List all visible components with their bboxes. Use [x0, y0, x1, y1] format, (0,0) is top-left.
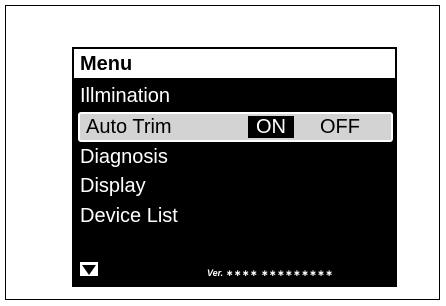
menu-item-label: Device List	[80, 205, 178, 227]
menu-screen: Menu Illmination Auto Trim ON OFF Diagno…	[72, 47, 397, 287]
version-value: ∗∗∗∗ ∗∗∗∗∗∗∗∗∗	[225, 268, 334, 278]
menu-item-label: Auto Trim	[86, 116, 172, 138]
menu-title: Menu	[74, 49, 395, 78]
auto-trim-on-option[interactable]: ON	[248, 116, 294, 138]
menu-item-label: Diagnosis	[80, 146, 168, 168]
version-label: Ver. ∗∗∗∗ ∗∗∗∗∗∗∗∗∗	[207, 268, 333, 279]
menu-item-label: Illmination	[80, 85, 171, 107]
menu-item-label: Display	[80, 175, 146, 197]
version-prefix: Ver.	[207, 268, 224, 278]
device-frame: Menu Illmination Auto Trim ON OFF Diagno…	[5, 5, 440, 300]
menu-item-display[interactable]: Display	[74, 171, 395, 201]
menu-item-illmination[interactable]: Illmination	[74, 81, 395, 111]
menu-item-device-list[interactable]: Device List	[74, 201, 395, 231]
down-triangle-icon[interactable]	[80, 262, 98, 276]
menu-item-diagnosis[interactable]: Diagnosis	[74, 142, 395, 172]
menu-item-auto-trim[interactable]: Auto Trim ON OFF	[78, 112, 393, 142]
auto-trim-off-option[interactable]: OFF	[320, 114, 360, 140]
